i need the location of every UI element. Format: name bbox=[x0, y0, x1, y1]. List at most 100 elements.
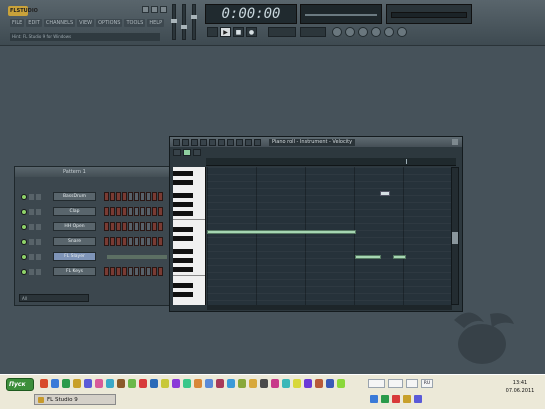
channel-row[interactable]: Clap bbox=[21, 206, 163, 217]
channel-button[interactable]: FL Keys bbox=[53, 267, 96, 276]
step-buttons[interactable] bbox=[104, 192, 163, 201]
horizontal-scrollbar[interactable] bbox=[207, 305, 452, 310]
app-icon[interactable] bbox=[293, 379, 301, 388]
app-icon[interactable] bbox=[40, 379, 48, 388]
language-indicator[interactable]: RU bbox=[420, 379, 434, 388]
minimize-button[interactable] bbox=[142, 6, 149, 13]
app-icon[interactable] bbox=[260, 379, 268, 388]
channel-row[interactable]: HH Open bbox=[21, 221, 163, 232]
note[interactable] bbox=[207, 230, 356, 234]
app-icon[interactable] bbox=[271, 379, 279, 388]
app-icon[interactable] bbox=[304, 379, 312, 388]
mute-led[interactable] bbox=[21, 238, 27, 245]
tempo-display[interactable] bbox=[268, 27, 296, 37]
step-buttons[interactable] bbox=[104, 207, 163, 216]
plugin-icon[interactable] bbox=[397, 27, 407, 37]
channel-button[interactable]: Clap bbox=[53, 207, 96, 216]
menu-item-help[interactable]: HELP bbox=[147, 19, 165, 27]
zoom-icon[interactable] bbox=[245, 138, 252, 146]
channel-row[interactable]: BassDrum bbox=[21, 191, 163, 202]
note-grid[interactable] bbox=[207, 167, 452, 305]
record-button[interactable]: ● bbox=[246, 27, 257, 37]
mixer-icon[interactable] bbox=[384, 27, 394, 37]
tray-item[interactable] bbox=[406, 379, 418, 388]
channel-row[interactable]: Snare bbox=[21, 236, 163, 247]
pattern-mode-button[interactable] bbox=[207, 27, 218, 37]
tool-button[interactable] bbox=[193, 149, 201, 156]
close-button[interactable] bbox=[160, 6, 167, 13]
mute-led[interactable] bbox=[21, 223, 27, 230]
app-icon[interactable] bbox=[326, 379, 334, 388]
app-icon[interactable] bbox=[51, 379, 59, 388]
app-icon[interactable] bbox=[73, 379, 81, 388]
menu-item-options[interactable]: OPTIONS bbox=[96, 19, 123, 27]
app-icon[interactable] bbox=[282, 379, 290, 388]
app-icon[interactable] bbox=[117, 379, 125, 388]
app-icon[interactable] bbox=[249, 379, 257, 388]
start-button[interactable]: Пуск bbox=[6, 378, 34, 391]
network-icon[interactable] bbox=[381, 395, 389, 403]
tool-button[interactable] bbox=[173, 149, 181, 156]
playlist-icon[interactable] bbox=[332, 27, 342, 37]
tray-item[interactable] bbox=[388, 379, 404, 388]
app-icon[interactable] bbox=[106, 379, 114, 388]
channel-filter-select[interactable]: All bbox=[19, 294, 89, 302]
mute-led[interactable] bbox=[21, 208, 27, 215]
menu-item-channels[interactable]: CHANNELS bbox=[43, 19, 76, 27]
step-buttons[interactable] bbox=[104, 267, 163, 276]
vertical-scrollbar[interactable] bbox=[451, 167, 459, 305]
volume-icon[interactable] bbox=[370, 395, 378, 403]
mute-led[interactable] bbox=[21, 253, 27, 260]
menu-arrow-icon[interactable] bbox=[173, 138, 180, 146]
draw-mode-button[interactable] bbox=[183, 149, 191, 156]
tempo-slider[interactable] bbox=[191, 4, 197, 40]
delete-icon[interactable] bbox=[209, 138, 216, 146]
channel-button[interactable]: Snare bbox=[53, 237, 96, 246]
playhead-marker[interactable] bbox=[406, 159, 407, 164]
slice-icon[interactable] bbox=[227, 138, 234, 146]
app-icon[interactable] bbox=[216, 379, 224, 388]
piano-keyboard[interactable] bbox=[173, 167, 206, 305]
step-sequencer-title[interactable]: Pattern 1 bbox=[15, 167, 171, 177]
note[interactable] bbox=[355, 255, 381, 259]
app-icon[interactable] bbox=[128, 379, 136, 388]
master-volume-slider[interactable] bbox=[171, 4, 177, 40]
channel-button[interactable]: HH Open bbox=[53, 222, 96, 231]
update-icon[interactable] bbox=[403, 395, 411, 403]
app-icon[interactable] bbox=[62, 379, 70, 388]
master-pitch-slider[interactable] bbox=[181, 4, 187, 40]
piano-roll-titlebar[interactable]: Piano roll - Instrument - Velocity bbox=[170, 137, 462, 147]
note[interactable] bbox=[393, 255, 406, 259]
channel-button-selected[interactable]: FL Slayer bbox=[53, 252, 96, 261]
magnet-icon[interactable] bbox=[182, 138, 189, 146]
menu-item-view[interactable]: VIEW bbox=[77, 19, 95, 27]
app-icon[interactable] bbox=[95, 379, 103, 388]
step-buttons[interactable] bbox=[104, 222, 163, 231]
maximize-button[interactable] bbox=[151, 6, 158, 13]
app-icon[interactable] bbox=[150, 379, 158, 388]
app-icon[interactable] bbox=[337, 379, 345, 388]
app-icon[interactable] bbox=[139, 379, 147, 388]
app-icon[interactable] bbox=[205, 379, 213, 388]
app-icon[interactable] bbox=[183, 379, 191, 388]
tray-item[interactable] bbox=[368, 379, 386, 388]
app-icon[interactable] bbox=[227, 379, 235, 388]
app-icon[interactable] bbox=[194, 379, 202, 388]
menu-item-file[interactable]: FILE bbox=[10, 19, 25, 27]
app-icon[interactable] bbox=[172, 379, 180, 388]
step-sequencer-icon[interactable] bbox=[345, 27, 355, 37]
stop-button[interactable]: ■ bbox=[233, 27, 244, 37]
mute-tool-icon[interactable] bbox=[218, 138, 225, 146]
menu-item-edit[interactable]: EDIT bbox=[26, 19, 42, 27]
piano-roll-icon[interactable] bbox=[358, 27, 368, 37]
scroll-thumb[interactable] bbox=[452, 232, 458, 244]
taskbar-item-fl-studio[interactable]: FL Studio 9 bbox=[34, 394, 116, 405]
close-icon[interactable] bbox=[452, 139, 458, 145]
browser-icon[interactable] bbox=[371, 27, 381, 37]
piano-roll-preview[interactable] bbox=[107, 255, 167, 259]
channel-row[interactable]: FL Slayer bbox=[21, 251, 96, 262]
time-ruler[interactable] bbox=[206, 158, 456, 166]
clock[interactable]: 13:41 07.06.2011 bbox=[500, 379, 540, 395]
channel-button[interactable]: BassDrum bbox=[53, 192, 96, 201]
pattern-selector[interactable] bbox=[300, 27, 326, 37]
